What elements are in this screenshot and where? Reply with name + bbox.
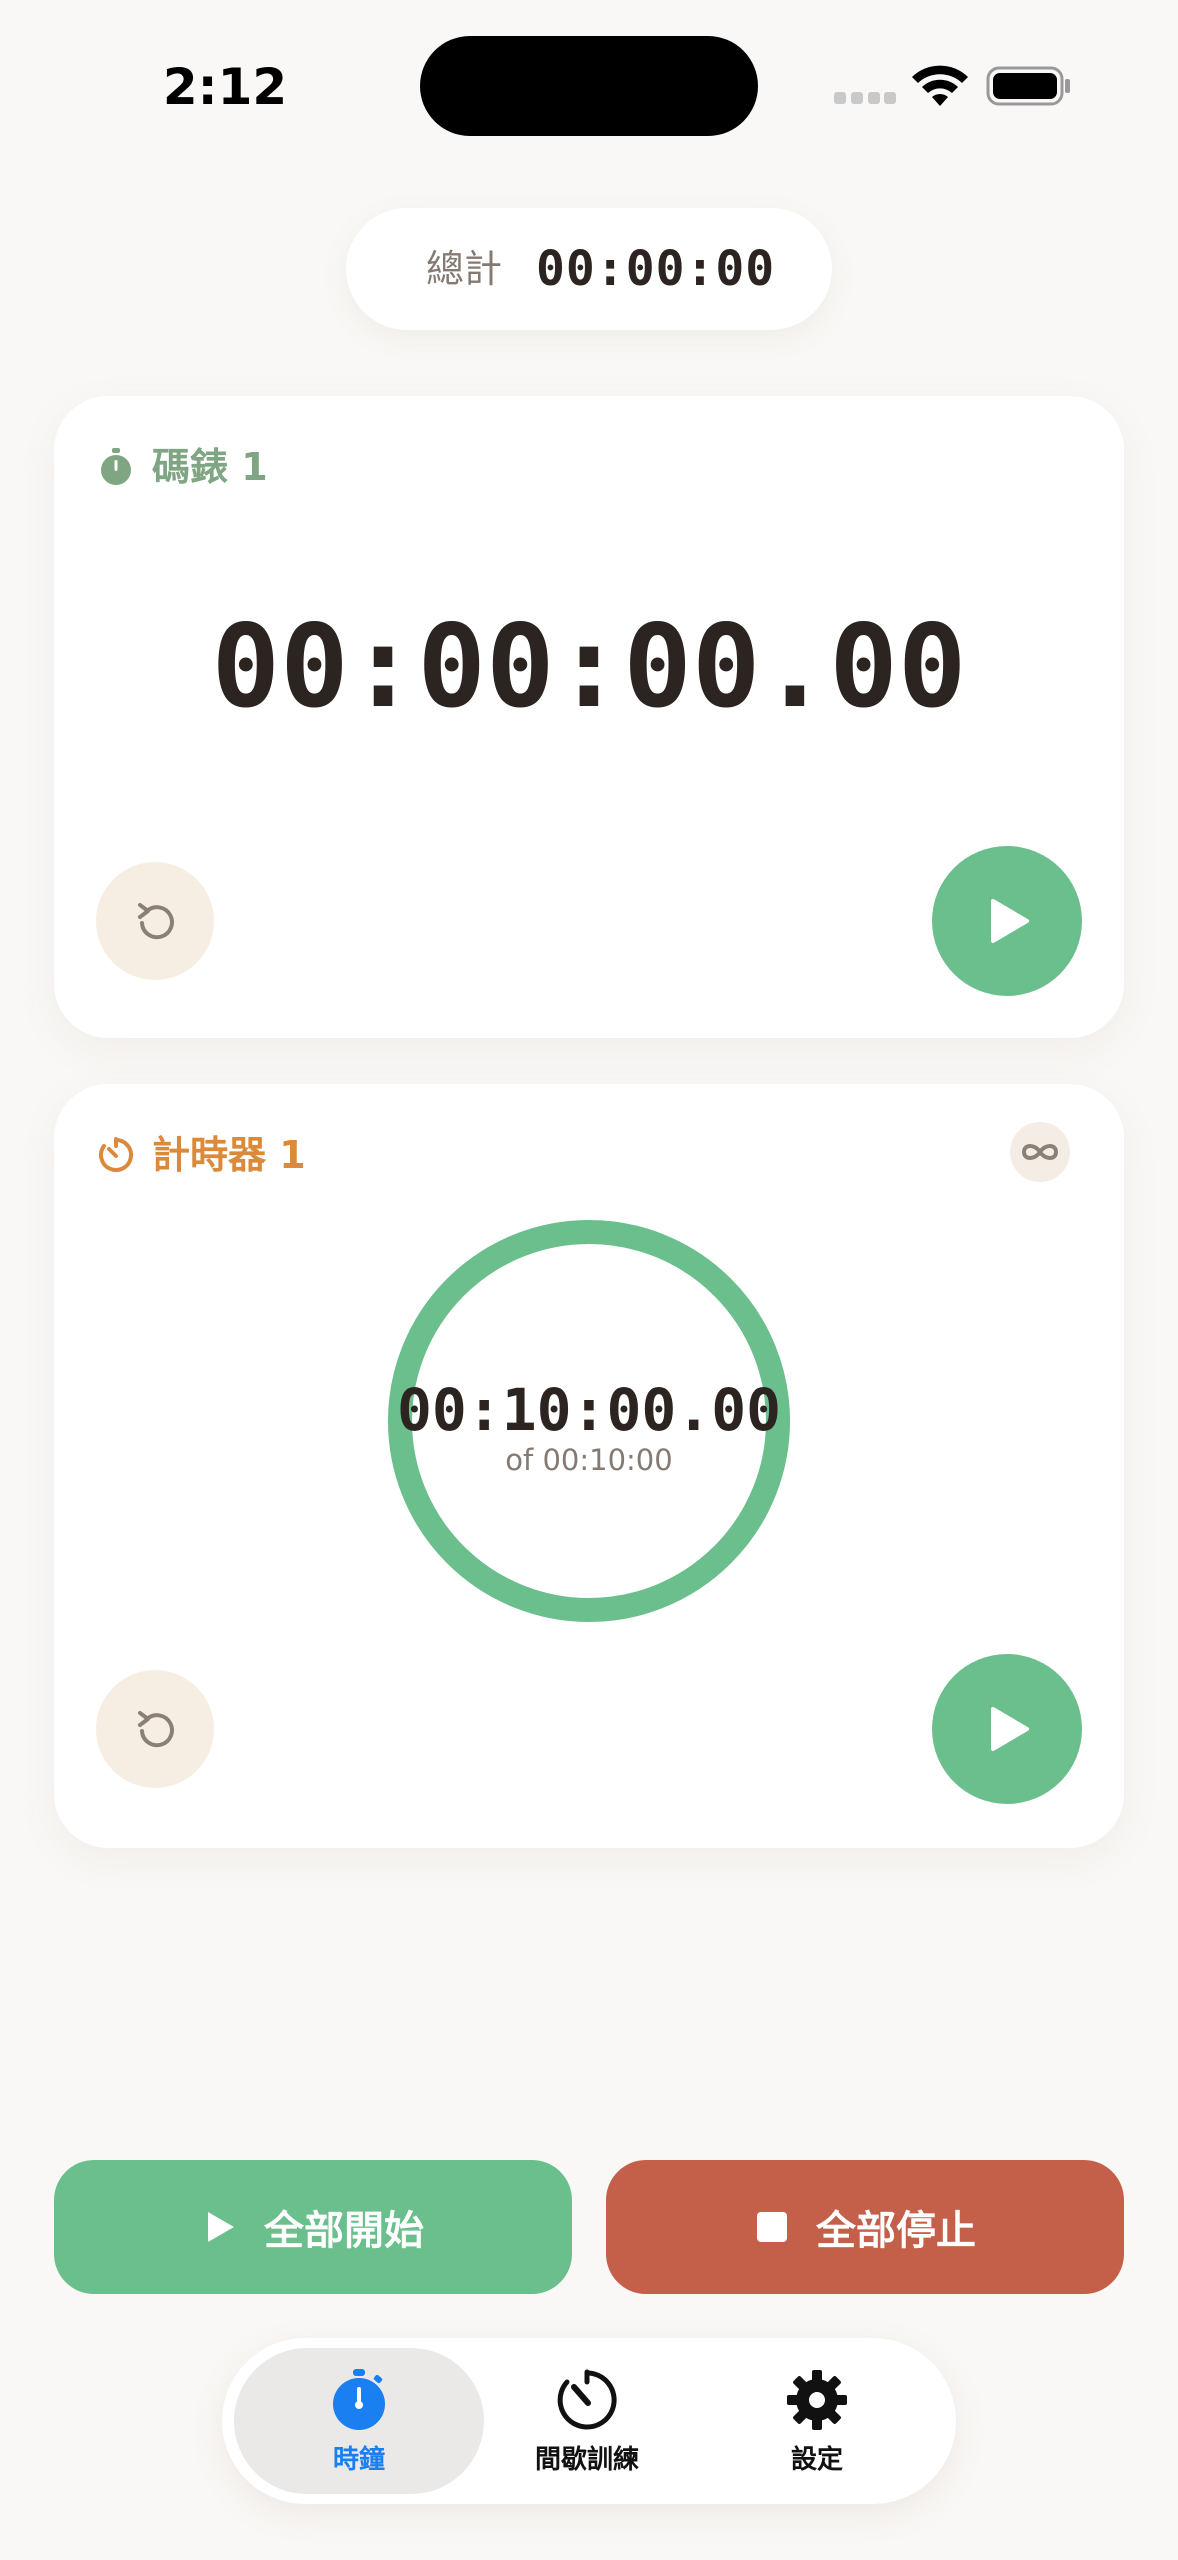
battery-icon <box>986 66 1070 106</box>
interval-timer-icon <box>557 2369 617 2429</box>
stopwatch-title: 碼錶 1 <box>152 445 268 489</box>
start-all-button[interactable]: 全部開始 <box>54 2160 572 2294</box>
infinity-icon <box>1021 1144 1059 1160</box>
tab-interval-training[interactable]: 間歇訓練 <box>462 2348 712 2494</box>
status-time: 2:12 <box>162 58 288 116</box>
play-icon <box>208 2212 234 2242</box>
reset-icon <box>138 903 174 940</box>
timer-card: 計時器 1 00:10:00.00 of 00:10:00 <box>54 1084 1124 1848</box>
reset-icon <box>138 1711 174 1748</box>
stop-all-label: 全部停止 <box>816 2208 976 2254</box>
stop-all-button[interactable]: 全部停止 <box>606 2160 1124 2294</box>
play-icon <box>991 899 1029 943</box>
total-label: 總計 <box>426 247 503 291</box>
timer-header: 計時器 1 <box>96 1120 306 1190</box>
timer-reset-button[interactable] <box>96 1670 214 1788</box>
tab-settings-label: 設定 <box>790 2444 843 2475</box>
stopwatch-time: 00:00:00.00 <box>211 600 967 733</box>
stopwatch-icon <box>101 448 131 485</box>
play-icon <box>991 1707 1029 1751</box>
tab-clock[interactable]: 時鐘 <box>234 2348 484 2494</box>
total-summary: 總計 00:00:00 <box>346 208 832 330</box>
repeat-toggle-button[interactable] <box>1010 1122 1070 1182</box>
start-all-label: 全部開始 <box>264 2208 424 2254</box>
tab-interval-label: 間歇訓練 <box>534 2444 639 2475</box>
cellular-dots-icon <box>834 92 896 104</box>
tab-settings[interactable]: 設定 <box>692 2348 942 2494</box>
stopwatch-icon <box>333 2368 385 2430</box>
timer-icon <box>99 1137 133 1172</box>
stopwatch-play-button[interactable] <box>932 846 1082 996</box>
wifi-icon <box>912 65 968 106</box>
timer-play-button[interactable] <box>932 1654 1082 1804</box>
timer-title: 計時器 1 <box>152 1133 306 1177</box>
gear-icon <box>787 2369 847 2430</box>
tab-bar: 時鐘 間歇訓練 設定 <box>222 2338 956 2504</box>
dynamic-island <box>420 36 758 136</box>
timer-duration: of 00:10:00 <box>505 1443 673 1477</box>
status-bar: 2:12 <box>0 0 1178 170</box>
stop-icon <box>757 2212 787 2242</box>
stopwatch-reset-button[interactable] <box>96 862 214 980</box>
total-value: 00:00:00 <box>536 241 776 297</box>
stopwatch-header: 碼錶 1 <box>96 432 268 502</box>
stopwatch-card: 碼錶 1 00:00:00.00 <box>54 396 1124 1038</box>
tab-clock-label: 時鐘 <box>332 2444 385 2475</box>
